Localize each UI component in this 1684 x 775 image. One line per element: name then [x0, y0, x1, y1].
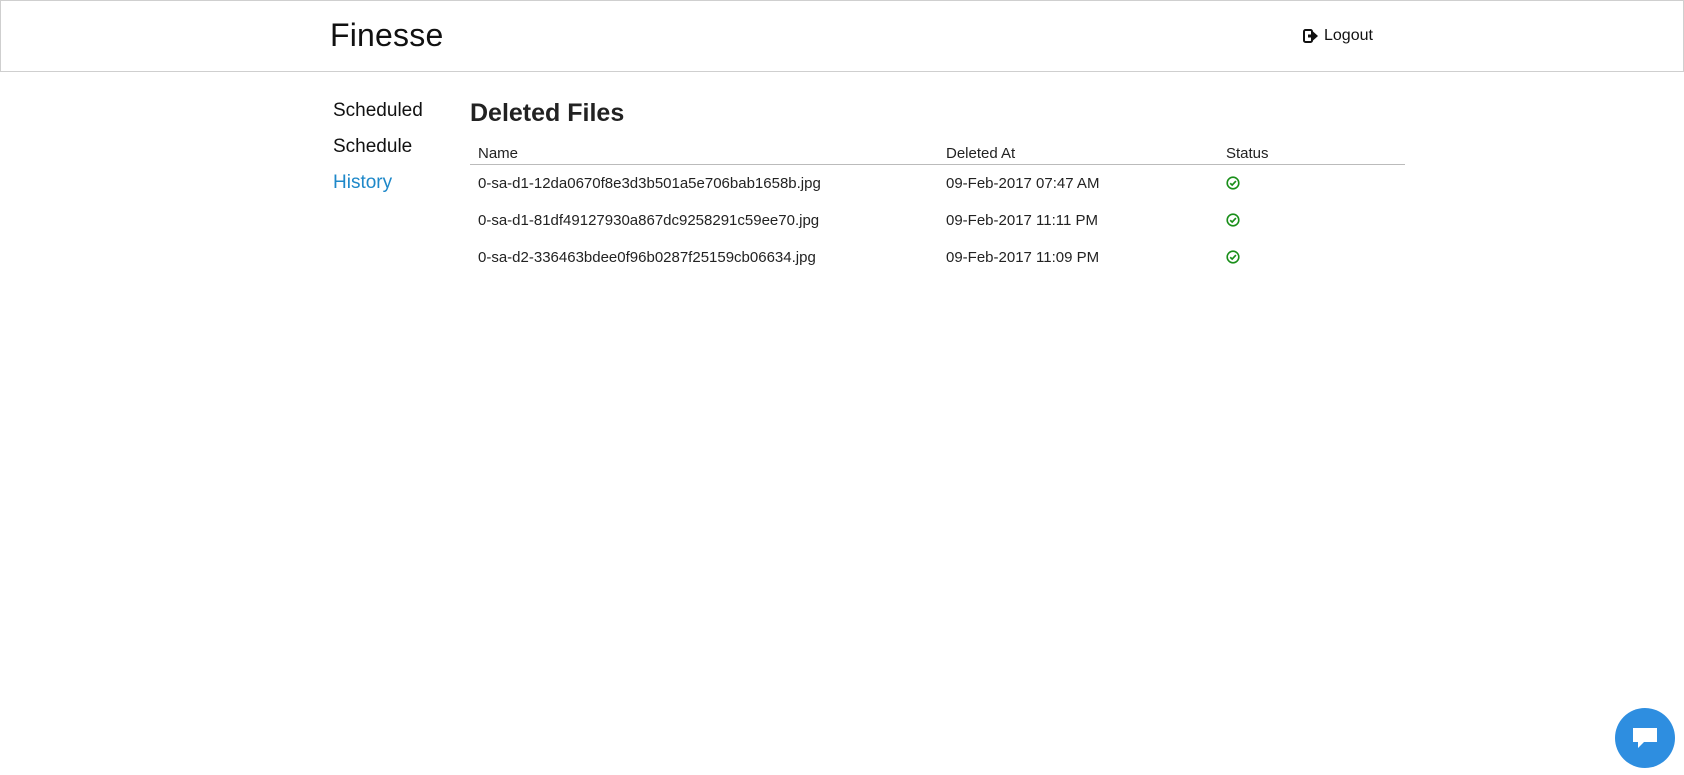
deleted-at-cell: 09-Feb-2017 07:47 AM	[946, 175, 1100, 192]
file-name-cell: 0-sa-d1-81df49127930a867dc9258291c59ee70…	[478, 212, 820, 229]
brand-logo[interactable]: Finesse	[330, 17, 443, 54]
column-header-status: Status	[1218, 138, 1405, 165]
sidebar-item-schedule[interactable]: Schedule	[333, 134, 453, 170]
logout-icon	[1303, 29, 1318, 43]
chat-bubble-icon	[1633, 728, 1657, 748]
table-header-row: Name Deleted At Status	[470, 138, 1405, 165]
logout-label: Logout	[1324, 27, 1373, 44]
chat-widget-button[interactable]	[1615, 708, 1675, 768]
status-cell	[1218, 239, 1405, 276]
success-check-icon	[1226, 212, 1240, 227]
top-navbar: Finesse Logout	[0, 0, 1684, 72]
table-row: 0-sa-d2-336463bdee0f96b0287f25159cb06634…	[470, 239, 1405, 276]
status-cell	[1218, 202, 1405, 239]
sidebar-item-scheduled[interactable]: Scheduled	[333, 98, 453, 134]
deleted-files-table: Name Deleted At Status 0-sa-d1-12da0670f…	[470, 138, 1405, 276]
sidebar-item-history[interactable]: History	[333, 170, 453, 206]
deleted-at-cell: 09-Feb-2017 11:11 PM	[946, 212, 1099, 229]
page-title: Deleted Files	[470, 99, 625, 127]
success-check-icon	[1226, 249, 1240, 264]
sidebar-nav: Scheduled Schedule History	[333, 98, 453, 206]
table-row: 0-sa-d1-81df49127930a867dc9258291c59ee70…	[470, 202, 1405, 239]
table-row: 0-sa-d1-12da0670f8e3d3b501a5e706bab1658b…	[470, 165, 1405, 203]
success-check-icon	[1226, 175, 1240, 190]
column-header-deleted-at: Deleted At	[938, 138, 1218, 165]
file-name-cell: 0-sa-d1-12da0670f8e3d3b501a5e706bab1658b…	[478, 175, 821, 192]
file-name-cell: 0-sa-d2-336463bdee0f96b0287f25159cb06634…	[478, 249, 816, 266]
deleted-at-cell: 09-Feb-2017 11:09 PM	[946, 249, 1100, 266]
column-header-name: Name	[470, 138, 938, 165]
status-cell	[1218, 165, 1405, 203]
main-content: Deleted Files Name Deleted At Status 0-s…	[470, 98, 1405, 276]
logout-button[interactable]: Logout	[1303, 27, 1373, 45]
